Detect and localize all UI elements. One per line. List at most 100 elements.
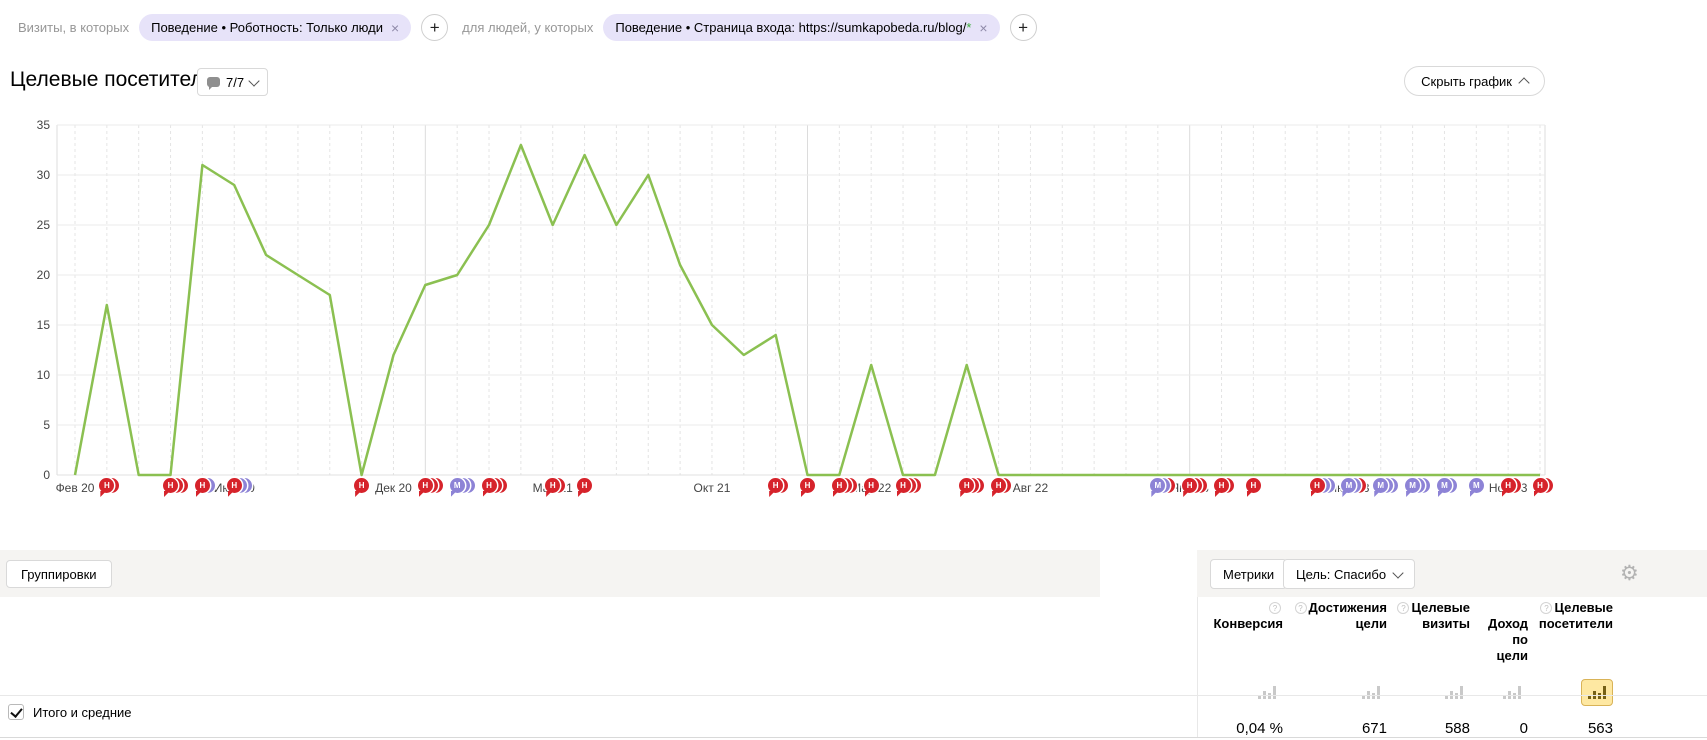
chart-annotation-marker[interactable]: Н [99, 478, 115, 494]
metrics-button[interactable]: Метрики [1210, 559, 1287, 589]
x-axis-tick-label: Авг 22 [1013, 481, 1049, 495]
annotation-bubble-icon[interactable]: Н [227, 478, 242, 493]
row-checkbox[interactable] [8, 704, 24, 720]
annotation-bubble-icon[interactable]: Н [195, 478, 210, 493]
help-icon[interactable]: ? [1540, 602, 1552, 614]
annotation-bubble-icon[interactable]: М [1405, 478, 1420, 493]
chart-annotation-marker[interactable]: Н [195, 478, 211, 494]
chart-annotation-marker[interactable]: Н [959, 478, 975, 494]
segment-filter-bar: Визиты, в которых Поведение • Роботность… [18, 14, 1037, 41]
column-header-goal-reaches[interactable]: ?Достижения цели [1283, 600, 1387, 664]
add-filter-button[interactable]: + [421, 14, 448, 41]
chart-annotation-marker[interactable]: М [1373, 478, 1389, 494]
annotation-bubble-icon[interactable]: Н [1533, 478, 1548, 493]
chevron-up-icon [1518, 77, 1529, 88]
y-axis-tick-label: 5 [43, 418, 50, 432]
annotation-bubble-icon[interactable]: Н [1214, 478, 1229, 493]
chart-annotation-marker[interactable]: Н [545, 478, 561, 494]
metrics-header-row: ?Конверсия ?Достижения цели ?Целевые виз… [1197, 600, 1613, 664]
annotation-bubble-icon[interactable]: М [1437, 478, 1452, 493]
chevron-down-icon [248, 75, 259, 86]
groupings-button[interactable]: Группировки [6, 560, 112, 588]
y-axis-tick-label: 15 [37, 318, 51, 332]
close-icon[interactable]: × [391, 21, 399, 35]
annotation-bubble-icon[interactable]: Н [832, 478, 847, 493]
column-header-goal-visits[interactable]: ?Целевые визиты [1387, 600, 1470, 664]
annotation-bubble-icon[interactable]: Н [1310, 478, 1325, 493]
bar-chart-icon-selected[interactable] [1581, 679, 1613, 706]
bar-chart-icon[interactable] [1251, 679, 1283, 706]
bar-chart-icon[interactable] [1438, 679, 1470, 706]
chart-annotation-marker[interactable]: М [1405, 478, 1421, 494]
chart-annotation-marker[interactable]: Н [1533, 478, 1549, 494]
table-bottom-border [0, 737, 1707, 738]
hide-chart-button[interactable]: Скрыть график [1404, 66, 1545, 96]
gear-icon[interactable]: ⚙ [1620, 561, 1639, 585]
annotation-bubble-icon[interactable]: Н [163, 478, 178, 493]
chart-annotation-marker[interactable]: М [1437, 478, 1453, 494]
goal-select-label: Цель: Спасибо [1296, 567, 1386, 582]
chart-annotation-marker[interactable]: Н [1214, 478, 1230, 494]
chart-annotation-marker[interactable]: Н [832, 478, 848, 494]
chart-annotation-marker[interactable]: Н [768, 478, 784, 494]
metric-chart-toggle-row [1197, 676, 1613, 706]
chart-annotation-marker[interactable]: М [450, 478, 466, 494]
annotation-bubble-icon[interactable]: М [450, 478, 465, 493]
comment-bubble-icon [207, 77, 220, 87]
add-filter-button[interactable]: + [1010, 14, 1037, 41]
chart-annotation-marker[interactable]: М [1341, 478, 1357, 494]
column-header-goal-revenue[interactable]: ?Доход по цели [1470, 600, 1528, 664]
y-axis-tick-label: 20 [37, 268, 51, 282]
metrics-panel: ?Конверсия ?Достижения цели ?Целевые виз… [1197, 600, 1613, 740]
totals-row-label: Итого и средние [33, 705, 131, 720]
chart-annotation-marker[interactable]: Н [163, 478, 179, 494]
filter-chip-robotness[interactable]: Поведение • Роботность: Только люди × [139, 14, 411, 41]
y-axis-tick-label: 10 [37, 368, 51, 382]
table-toolbar-band-left [0, 550, 1100, 597]
y-axis-tick-label: 25 [37, 218, 51, 232]
chart-annotation-marker[interactable]: Н [418, 478, 434, 494]
chart-canvas: 05101520253035Фев 20Июл 20Дек 20Май 21Ок… [0, 110, 1707, 510]
bar-chart-icon[interactable] [1355, 679, 1387, 706]
y-axis-tick-label: 35 [37, 118, 51, 132]
chart-annotation-marker[interactable]: Н [991, 478, 1007, 494]
x-axis-tick-label: Окт 21 [694, 481, 731, 495]
annotation-bubble-icon[interactable]: Н [1246, 478, 1261, 493]
chart-annotation-marker[interactable]: Н [1182, 478, 1198, 494]
comments-dropdown-button[interactable]: 7/7 [197, 68, 268, 96]
filter-chip-landing-page[interactable]: Поведение • Страница входа: https://sumk… [603, 14, 999, 41]
filter-chip-robotness-text: Поведение • Роботность: Только люди [151, 20, 383, 35]
page-title: Целевые посетители [10, 68, 214, 92]
help-icon[interactable]: ? [1269, 602, 1281, 614]
chart-annotation-marker[interactable]: Н [1501, 478, 1517, 494]
wildcard-suffix: * [966, 20, 971, 35]
visitors-line-chart: 05101520253035Фев 20Июл 20Дек 20Май 21Ок… [0, 110, 1707, 510]
help-icon[interactable]: ? [1295, 602, 1307, 614]
annotation-bubble-icon[interactable]: Н [482, 478, 497, 493]
annotation-bubble-icon[interactable]: Н [800, 478, 815, 493]
annotation-bubble-icon[interactable]: М [1469, 478, 1484, 493]
chart-annotation-marker[interactable]: Н [1310, 478, 1326, 494]
filter-chip-landing-page-text: Поведение • Страница входа: https://sumk… [615, 20, 966, 35]
annotation-bubble-icon[interactable]: Н [864, 478, 879, 493]
filter-prefix-label: Визиты, в которых [18, 20, 129, 35]
panel-separator [1197, 597, 1198, 737]
y-axis-tick-label: 30 [37, 168, 51, 182]
chart-annotation-marker[interactable]: М [1150, 478, 1166, 494]
help-icon[interactable]: ? [1397, 602, 1409, 614]
bar-chart-icon[interactable] [1496, 679, 1528, 706]
close-icon[interactable]: × [979, 21, 987, 35]
chart-annotation-marker[interactable]: Н [896, 478, 912, 494]
column-header-conversion[interactable]: ?Конверсия [1197, 600, 1283, 664]
annotation-bubble-icon[interactable]: Н [418, 478, 433, 493]
goal-select-button[interactable]: Цель: Спасибо [1283, 559, 1415, 589]
comments-count: 7/7 [226, 75, 244, 90]
annotation-bubble-icon[interactable]: Н [991, 478, 1006, 493]
annotation-bubble-icon[interactable]: Н [1501, 478, 1516, 493]
totals-row: Итого и средние [8, 704, 131, 720]
column-header-goal-visitors[interactable]: ?Целевые посетители [1528, 600, 1613, 664]
annotation-bubble-icon[interactable]: Н [896, 478, 911, 493]
annotation-bubble-icon[interactable]: Н [577, 478, 592, 493]
chart-annotation-marker[interactable]: Н [227, 478, 243, 494]
chart-annotation-marker[interactable]: Н [482, 478, 498, 494]
